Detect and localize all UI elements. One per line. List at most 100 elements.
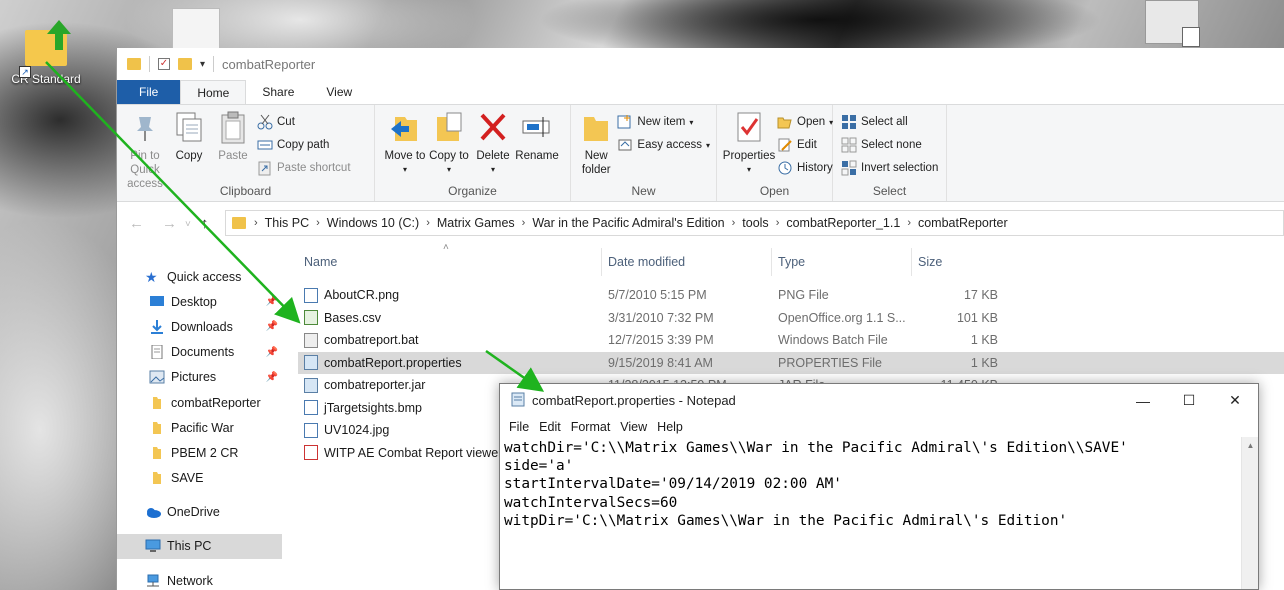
invert-selection-button[interactable]: Invert selection — [841, 158, 938, 178]
menu-help[interactable]: Help — [652, 420, 688, 434]
select-group-label: Select — [872, 184, 907, 198]
address-bar[interactable]: › This PC › Windows 10 (C:) › Matrix Gam… — [225, 210, 1284, 236]
breadcrumb-matrix-games[interactable]: Matrix Games — [432, 216, 520, 230]
recent-locations-chevron-icon[interactable]: ˅ — [185, 219, 191, 232]
breadcrumb-drive[interactable]: Windows 10 (C:) — [322, 216, 424, 230]
folder-upload-icon: ↗ — [19, 20, 71, 78]
file-row[interactable]: AboutCR.png 5/7/2010 5:15 PM PNG File 17… — [298, 284, 1284, 307]
new-item-icon — [617, 114, 633, 130]
folder-icon — [127, 58, 141, 70]
text-line: watchDir='C:\\Matrix Games\\War in the P… — [504, 440, 1128, 456]
column-name[interactable]: Name — [298, 248, 602, 276]
vertical-scrollbar[interactable]: ▲ — [1241, 437, 1258, 589]
paste-icon — [217, 111, 249, 145]
pin-icon[interactable]: 📌 — [266, 347, 278, 358]
new-folder-quick-icon[interactable] — [178, 58, 192, 70]
clipboard-group: Pin to Quick access Copy Paste Cut Copy … — [117, 105, 375, 201]
cr-standard-desktop-icon[interactable]: ↗ CR Standard — [6, 20, 86, 86]
nav-this-pc[interactable]: This PC — [117, 533, 282, 560]
computer-icon — [145, 539, 161, 553]
new-item-button[interactable]: New item ▾ — [617, 112, 710, 132]
tab-home[interactable]: Home — [180, 80, 247, 104]
menu-view[interactable]: View — [615, 420, 652, 434]
select-all-button[interactable]: Select all — [841, 112, 938, 132]
folder-icon — [149, 421, 165, 435]
invert-selection-icon — [841, 160, 857, 176]
tab-share[interactable]: Share — [246, 80, 310, 104]
column-date-modified[interactable]: Date modified — [602, 248, 772, 276]
nav-quick-access[interactable]: ★ Quick access — [117, 264, 282, 289]
up-arrow-icon[interactable]: ↑ — [201, 215, 209, 232]
tab-file[interactable]: File — [117, 80, 181, 104]
customize-toolbar-dropdown-icon[interactable]: ▾ — [200, 59, 205, 70]
cloud-icon — [145, 505, 161, 519]
menu-file[interactable]: File — [504, 420, 534, 434]
back-arrow-icon[interactable]: ← — [129, 215, 144, 232]
file-row[interactable]: combatreport.bat 12/7/2015 3:39 PM Windo… — [298, 329, 1284, 352]
notepad-file-icon — [304, 355, 318, 371]
notepad-desktop-icon[interactable] — [172, 8, 220, 48]
nav-pbem-2-cr[interactable]: PBEM 2 CR — [117, 440, 282, 465]
minimize-button[interactable]: — — [1120, 384, 1166, 417]
column-size[interactable]: Size — [912, 248, 1002, 276]
column-type[interactable]: Type — [772, 248, 912, 276]
notepad-text-area[interactable]: watchDir='C:\\Matrix Games\\War in the P… — [504, 439, 1240, 589]
edit-button[interactable]: Edit — [777, 135, 833, 155]
desktop-icon — [149, 295, 165, 309]
select-group: Select all Select none Invert selection … — [833, 105, 947, 201]
image-thumbnail-desktop-icon[interactable] — [1145, 0, 1200, 47]
breadcrumb-tools[interactable]: tools — [737, 216, 773, 230]
breadcrumb-combatreporter[interactable]: combatReporter — [913, 216, 1013, 230]
close-button[interactable]: ✕ — [1212, 384, 1258, 417]
menu-edit[interactable]: Edit — [534, 420, 566, 434]
download-arrow-icon — [149, 319, 165, 334]
forward-arrow-icon[interactable]: → — [162, 215, 177, 232]
nav-onedrive[interactable]: OneDrive — [117, 500, 282, 525]
star-icon: ★ — [145, 268, 158, 285]
easy-access-button[interactable]: Easy access ▾ — [617, 135, 710, 155]
nav-desktop[interactable]: Desktop 📌 — [117, 289, 282, 314]
file-row-selected[interactable]: combatReport.properties 9/15/2019 8:41 A… — [298, 351, 1284, 374]
nav-combatreporter[interactable]: combatReporter — [117, 390, 282, 415]
navigation-pane: ★ Quick access Desktop 📌 Downloads 📌 Docum… — [117, 248, 282, 590]
nav-documents[interactable]: Documents 📌 — [117, 340, 282, 365]
nav-downloads[interactable]: Downloads 📌 — [117, 314, 282, 339]
organize-group: Move to ▾ Copy to ▾ Delete ▾ Rename Orga… — [375, 105, 571, 201]
breadcrumb-this-pc[interactable]: This PC — [260, 216, 314, 230]
pin-icon[interactable]: 📌 — [266, 372, 278, 383]
nav-pacific-war[interactable]: Pacific War — [117, 415, 282, 440]
breadcrumb-combatreporter-1-1[interactable]: combatReporter_1.1 — [781, 216, 905, 230]
pin-icon[interactable]: 📌 — [266, 296, 278, 307]
paste-shortcut-button[interactable]: Paste shortcut — [257, 158, 351, 178]
history-button[interactable]: History — [777, 158, 833, 178]
properties-icon — [733, 111, 765, 145]
history-icon — [777, 160, 793, 176]
scroll-up-arrow-icon[interactable]: ▲ — [1242, 437, 1259, 454]
select-none-icon — [841, 137, 857, 153]
file-row[interactable]: Bases.csv 3/31/2010 7:32 PM OpenOffice.o… — [298, 307, 1284, 330]
pin-icon — [129, 111, 161, 145]
nav-save[interactable]: SAVE — [117, 466, 282, 491]
open-button[interactable]: Open ▾ — [777, 112, 833, 132]
menu-format[interactable]: Format — [566, 420, 616, 434]
open-group-label: Open — [759, 184, 790, 198]
notepad-window: combatReport.properties - Notepad — ☐ ✕ … — [499, 383, 1259, 590]
notepad-title: combatReport.properties - Notepad — [532, 393, 736, 408]
copy-path-button[interactable]: Copy path — [257, 135, 351, 155]
breadcrumb-war-in-the-pacific[interactable]: War in the Pacific Admiral's Edition — [527, 216, 729, 230]
select-none-button[interactable]: Select none — [841, 135, 938, 155]
text-line: watchIntervalSecs=60 — [504, 494, 678, 511]
nav-network[interactable]: Network — [117, 568, 282, 590]
jar-file-icon — [304, 377, 318, 393]
maximize-button[interactable]: ☐ — [1166, 384, 1212, 417]
new-folder-icon — [580, 111, 612, 145]
cut-button[interactable]: Cut — [257, 112, 351, 132]
tab-view[interactable]: View — [310, 80, 368, 104]
properties-quick-icon[interactable]: ✓ — [158, 58, 170, 70]
batch-file-icon — [304, 332, 318, 348]
nav-pictures[interactable]: Pictures 📌 — [117, 365, 282, 390]
pin-icon[interactable]: 📌 — [266, 321, 278, 332]
column-headers: ˄ Name Date modified Type Size — [298, 242, 1284, 276]
copy-path-icon — [257, 137, 273, 153]
image-file-icon — [304, 287, 318, 303]
